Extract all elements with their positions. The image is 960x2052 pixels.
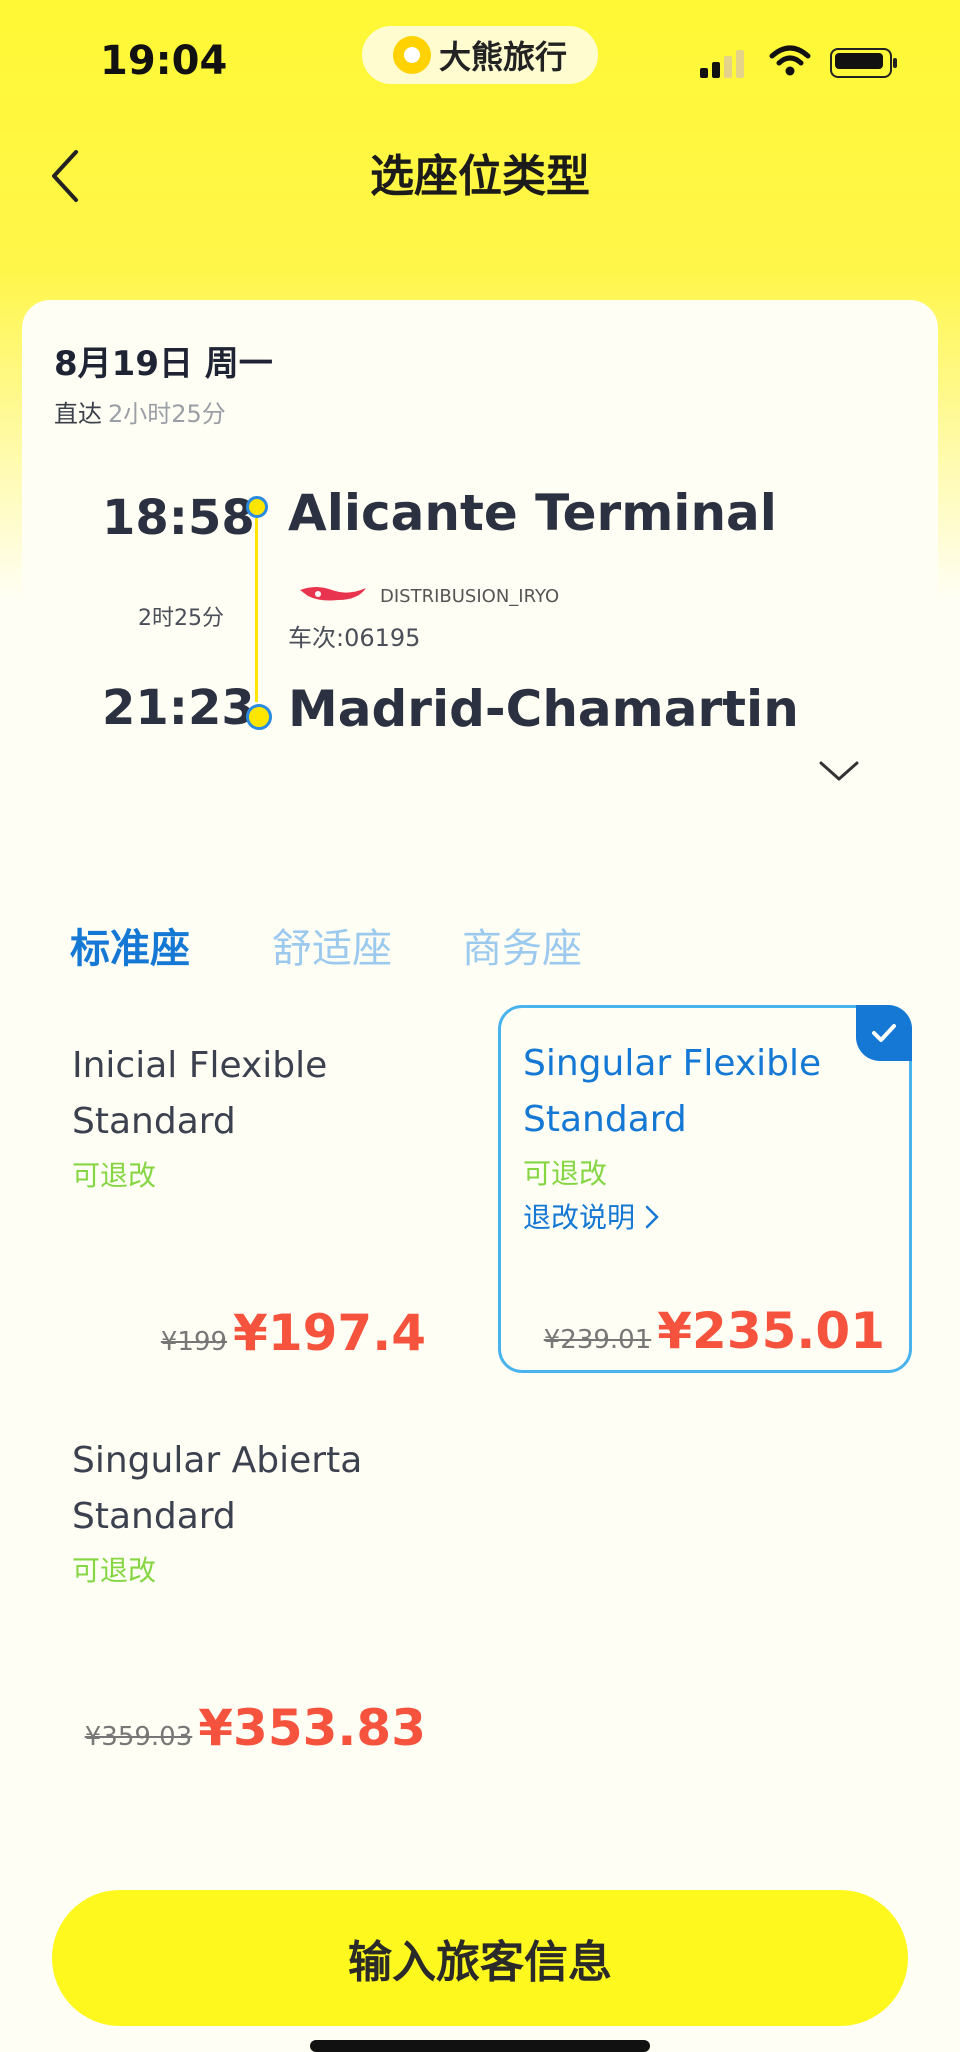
direct-label: 直达 (54, 400, 102, 428)
total-duration: 2小时25分 (108, 400, 226, 428)
refund-rules-link[interactable]: 退改说明 (523, 1196, 660, 1236)
status-time: 19:04 (100, 38, 228, 84)
fare-price: ¥235.01 (657, 1302, 885, 1360)
iryo-logo-icon (300, 587, 366, 601)
departure-station: Alicante Terminal (288, 484, 777, 542)
trip-summary-card: 8月19日 周一 直达 2小时25分 18:58 2时25分 21:23 Alic… (22, 300, 938, 820)
refund-badge: 可退改 (72, 1159, 157, 1192)
fare-name: Singular Abierta Standard (72, 1440, 363, 1537)
trip-date: 8月19日 周一 (54, 344, 273, 384)
chevron-right-icon (645, 1205, 659, 1229)
fare-card-singular-abierta[interactable]: Singular Abierta Standard 可退改 ¥359.03 ¥3… (50, 1405, 450, 1765)
page-title: 选座位类型 (370, 151, 590, 202)
wifi-icon (769, 45, 811, 76)
refund-badge: 可退改 (72, 1554, 157, 1587)
route-line (255, 518, 258, 702)
journey-duration: 2时25分 (138, 606, 224, 631)
trip-direct-info: 直达 2小时25分 (54, 394, 226, 429)
fare-card-inicial-flexible[interactable]: Inicial Flexible Standard 可退改 ¥199 ¥197.… (50, 1010, 450, 1370)
original-price: ¥239.01 (543, 1325, 652, 1355)
fare-card-singular-flexible[interactable]: Singular Flexible Standard 可退改 退改说明 ¥239… (498, 1005, 912, 1373)
price-row: ¥239.01 ¥235.01 (544, 1302, 885, 1360)
fare-price: ¥353.83 (198, 1699, 426, 1757)
battery-icon (830, 48, 897, 78)
fare-price: ¥197.4 (233, 1304, 426, 1362)
departure-time: 18:58 (102, 490, 255, 546)
fare-name: Singular Flexible Standard (523, 1043, 822, 1140)
tab-standard[interactable]: 标准座 (70, 916, 190, 974)
price-row: ¥199 ¥197.4 (161, 1304, 426, 1362)
enter-passenger-info-button[interactable]: 输入旅客信息 (52, 1890, 908, 2026)
arrival-time: 21:23 (102, 680, 255, 736)
home-indicator (310, 2040, 650, 2052)
operator-name: DISTRIBUSION_IRYO (380, 586, 560, 607)
bear-logo-icon (392, 36, 431, 74)
original-price: ¥359.03 (84, 1722, 193, 1752)
tab-comfort[interactable]: 舒适座 (272, 916, 392, 974)
tab-business[interactable]: 商务座 (462, 916, 582, 974)
app-name: 大熊旅行 (438, 38, 567, 76)
fare-name: Inicial Flexible Standard (72, 1045, 328, 1142)
departure-dot-icon (246, 496, 268, 518)
app-indicator-pill[interactable]: 大熊旅行 (362, 26, 598, 84)
original-price: ¥199 (160, 1327, 228, 1357)
refund-badge: 可退改 (523, 1157, 608, 1190)
arrival-station: Madrid-Chamartin (288, 680, 799, 738)
cellular-signal-icon (700, 50, 744, 78)
chevron-down-icon[interactable] (818, 758, 860, 784)
refund-rules-label: 退改说明 (523, 1201, 636, 1234)
price-row: ¥359.03 ¥353.83 (85, 1699, 426, 1757)
arrival-dot-icon (246, 704, 272, 730)
train-number: 车次:06195 (288, 624, 421, 652)
status-bar: 19:04 大熊旅行 (0, 0, 960, 120)
